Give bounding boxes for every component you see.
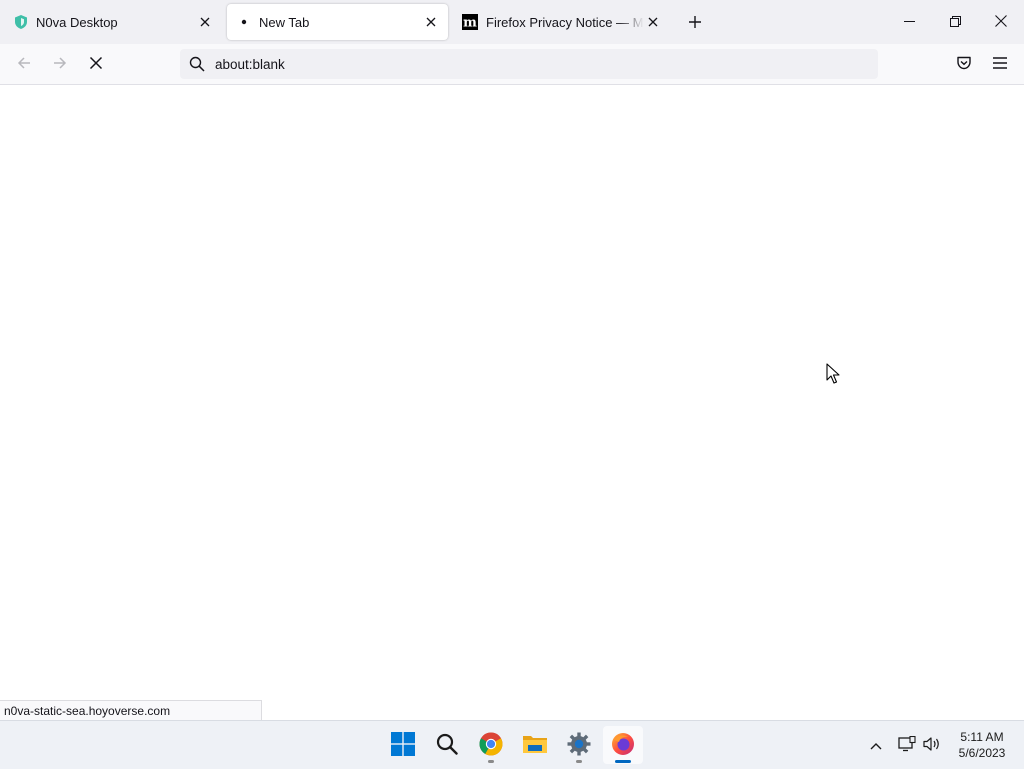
start-button[interactable]	[383, 726, 423, 764]
taskbar-search-button[interactable]	[427, 726, 467, 764]
restore-button[interactable]	[932, 0, 978, 44]
status-panel: n0va-static-sea.hoyoverse.com	[0, 700, 262, 720]
pocket-button[interactable]	[950, 50, 978, 78]
tab-title: New Tab	[259, 14, 310, 30]
url-input[interactable]	[215, 56, 835, 72]
restore-icon	[949, 15, 961, 30]
back-arrow-icon	[16, 55, 32, 74]
firefox-icon	[611, 732, 635, 759]
volume-icon	[923, 736, 941, 755]
chevron-up-icon	[870, 738, 882, 753]
close-tab-icon[interactable]	[644, 13, 662, 31]
loading-dot-icon	[237, 15, 251, 29]
clock-date: 5/6/2023	[958, 746, 1006, 760]
n0va-shield-icon	[14, 15, 28, 29]
stop-loading-button[interactable]	[82, 50, 110, 78]
chrome-icon	[479, 731, 503, 759]
tab-n0va-desktop[interactable]: N0va Desktop	[4, 4, 222, 40]
mouse-pointer-icon	[826, 363, 840, 388]
tab-title: N0va Desktop	[36, 14, 118, 30]
tab-title: Firefox Privacy Notice — Mozilla	[486, 14, 644, 30]
taskbar: 5:11 AM 5/6/2023	[0, 720, 1024, 769]
forward-arrow-icon	[52, 55, 68, 74]
tab-new-tab[interactable]: New Tab	[227, 4, 448, 40]
mozilla-m-icon: m	[462, 14, 478, 30]
clock-time: 5:11 AM	[960, 730, 1004, 744]
app-menu-button[interactable]	[986, 50, 1014, 78]
address-bar[interactable]	[180, 49, 878, 79]
svg-text:m: m	[463, 16, 477, 31]
minimize-button[interactable]	[886, 0, 932, 44]
close-window-button[interactable]	[978, 0, 1024, 44]
hamburger-menu-icon	[993, 56, 1007, 72]
network-status-button[interactable]	[896, 721, 918, 769]
navigation-toolbar	[0, 44, 1024, 85]
taskbar-settings[interactable]	[559, 726, 599, 764]
active-indicator	[615, 760, 631, 763]
running-indicator	[488, 760, 494, 763]
stop-x-icon	[89, 56, 103, 73]
tab-strip: N0va Desktop New Tab m Firefox Privacy N…	[0, 0, 1024, 44]
volume-button[interactable]	[920, 721, 944, 769]
tab-firefox-privacy-notice[interactable]: m Firefox Privacy Notice — Mozilla	[452, 4, 670, 40]
page-content[interactable]: n0va-static-sea.hoyoverse.com	[0, 85, 1024, 720]
minimize-icon	[903, 15, 915, 30]
show-hidden-icons-button[interactable]	[864, 721, 888, 769]
back-button[interactable]	[10, 50, 38, 78]
taskbar-firefox[interactable]	[603, 726, 643, 764]
close-icon	[995, 14, 1007, 30]
taskbar-chrome[interactable]	[471, 726, 511, 764]
search-icon	[436, 733, 458, 758]
windows-start-icon	[391, 731, 415, 759]
settings-icon	[567, 732, 591, 759]
running-indicator	[576, 760, 582, 763]
taskbar-file-explorer[interactable]	[515, 726, 555, 764]
close-tab-icon[interactable]	[196, 13, 214, 31]
clock[interactable]: 5:11 AM 5/6/2023	[950, 729, 1014, 761]
search-icon	[189, 56, 205, 72]
network-icon	[898, 735, 916, 755]
file-explorer-icon	[522, 733, 548, 758]
pocket-icon	[956, 55, 972, 74]
plus-icon	[688, 15, 702, 32]
new-tab-button[interactable]	[684, 12, 706, 34]
close-tab-icon[interactable]	[422, 13, 440, 31]
forward-button[interactable]	[46, 50, 74, 78]
